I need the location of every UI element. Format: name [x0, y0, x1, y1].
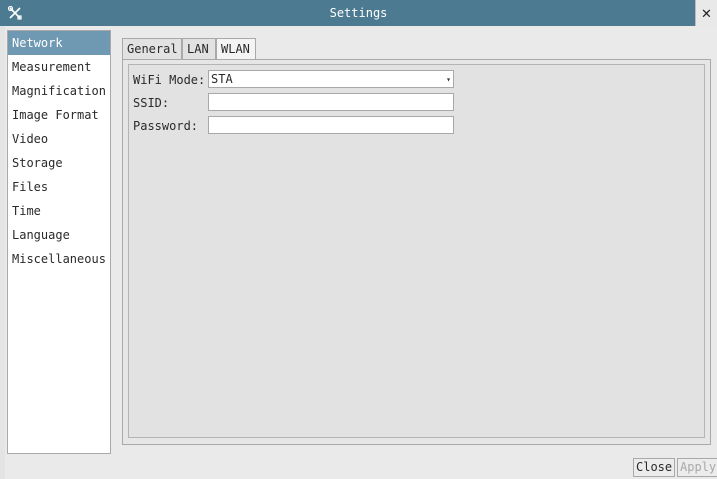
apply-button[interactable]: Apply [677, 458, 717, 477]
sidebar-item-files[interactable]: Files [8, 175, 110, 199]
sidebar-item-video[interactable]: Video [8, 127, 110, 151]
window-title: Settings [329, 6, 388, 20]
window-frame [0, 26, 5, 479]
sidebar-item-image-format[interactable]: Image Format [8, 103, 110, 127]
sidebar-item-network[interactable]: Network [8, 31, 110, 55]
window-close-button[interactable]: ✕ [695, 0, 717, 26]
sidebar-item-measurement[interactable]: Measurement [8, 55, 110, 79]
password-input[interactable] [208, 116, 454, 134]
sidebar-item-magnification[interactable]: Magnification [8, 79, 110, 103]
wifi-mode-value: STA [211, 72, 233, 86]
tab-general[interactable]: General [122, 38, 182, 60]
sidebar-item-language[interactable]: Language [8, 223, 110, 247]
close-button[interactable]: Close [633, 458, 675, 477]
wlan-settings-group: WiFi Mode: STA ▾ SSID: Password: [128, 64, 705, 438]
sidebar-item-time[interactable]: Time [8, 199, 110, 223]
wifi-mode-label: WiFi Mode: [133, 73, 206, 87]
settings-category-list: Network Measurement Magnification Image … [7, 30, 111, 454]
sidebar-item-storage[interactable]: Storage [8, 151, 110, 175]
password-label: Password: [133, 119, 199, 133]
ssid-label: SSID: [133, 96, 170, 110]
chevron-down-icon: ▾ [446, 75, 451, 84]
ssid-input[interactable] [208, 93, 454, 111]
wlan-tab-panel: WiFi Mode: STA ▾ SSID: Password: [122, 59, 711, 445]
wifi-mode-select[interactable]: STA ▾ [208, 70, 454, 88]
sidebar-item-miscellaneous[interactable]: Miscellaneous [8, 247, 110, 271]
title-bar: Settings ✕ [0, 0, 717, 26]
tab-lan[interactable]: LAN [182, 38, 216, 60]
tab-wlan[interactable]: WLAN [216, 38, 256, 61]
